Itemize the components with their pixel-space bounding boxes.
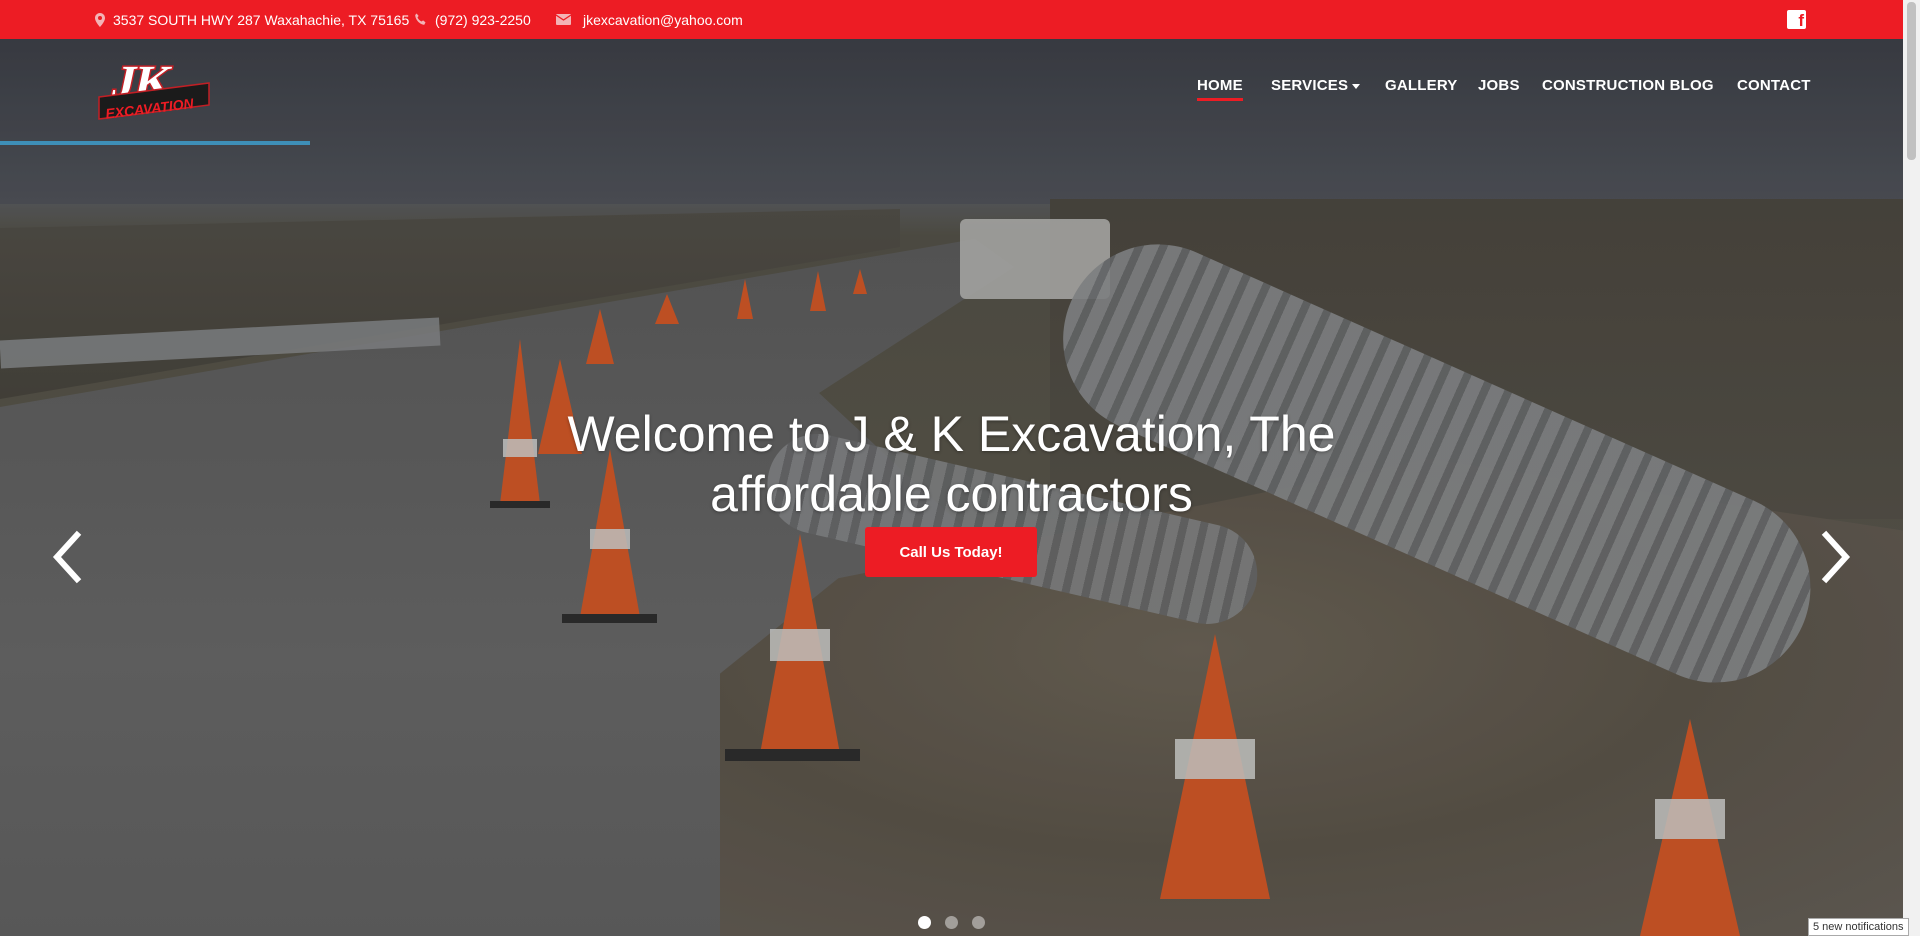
top-info-bar: 3537 SOUTH HWY 287 Waxahachie, TX 75165 … [0, 0, 1903, 39]
facebook-icon[interactable]: f [1787, 10, 1806, 29]
address-text: 3537 SOUTH HWY 287 Waxahachie, TX 75165 [113, 11, 410, 28]
slider-pagination [918, 916, 985, 929]
nav-construction-blog[interactable]: CONSTRUCTION BLOG [1542, 77, 1714, 94]
scrollbar-thumb[interactable] [1907, 2, 1916, 160]
slide-dot-3[interactable] [972, 916, 985, 929]
nav-services[interactable]: SERVICES [1271, 77, 1361, 94]
caret-down-icon [1352, 83, 1361, 89]
address-info: 3537 SOUTH HWY 287 Waxahachie, TX 75165 [95, 0, 409, 39]
hero-headline-line-1: Welcome to J & K Excavation, The [567, 406, 1336, 462]
phone-icon [415, 13, 426, 25]
map-marker-icon [95, 12, 105, 27]
nav-services-label: SERVICES [1271, 77, 1349, 94]
notifications-toast[interactable]: 5 new notifications [1808, 918, 1909, 936]
previous-slide-arrow-icon[interactable] [47, 527, 87, 587]
nav-home[interactable]: HOME [1197, 77, 1243, 101]
hero-headline-line-2: affordable contractors [710, 466, 1193, 522]
phone-text[interactable]: (972) 923-2250 [435, 12, 531, 28]
phone-info[interactable]: (972) 923-2250 [414, 0, 531, 39]
main-navigation: HOME SERVICES GALLERY JOBS CONSTRUCTION … [0, 39, 1903, 149]
envelope-icon [556, 14, 571, 25]
email-info[interactable]: jkexcavation@yahoo.com [556, 0, 743, 39]
nav-contact[interactable]: CONTACT [1737, 77, 1811, 94]
nav-gallery[interactable]: GALLERY [1385, 77, 1458, 94]
next-slide-arrow-icon[interactable] [1816, 527, 1856, 587]
hero-slider: Welcome to J & K Excavation, The afforda… [0, 39, 1903, 936]
page-scrollbar[interactable] [1903, 0, 1920, 936]
nav-jobs[interactable]: JOBS [1478, 77, 1520, 94]
call-us-today-button[interactable]: Call Us Today! [865, 527, 1037, 577]
slide-dot-2[interactable] [945, 916, 958, 929]
slide-dot-1[interactable] [918, 916, 931, 929]
hero-headline: Welcome to J & K Excavation, The afforda… [0, 404, 1903, 524]
email-link[interactable]: jkexcavation@yahoo.com [583, 12, 743, 28]
